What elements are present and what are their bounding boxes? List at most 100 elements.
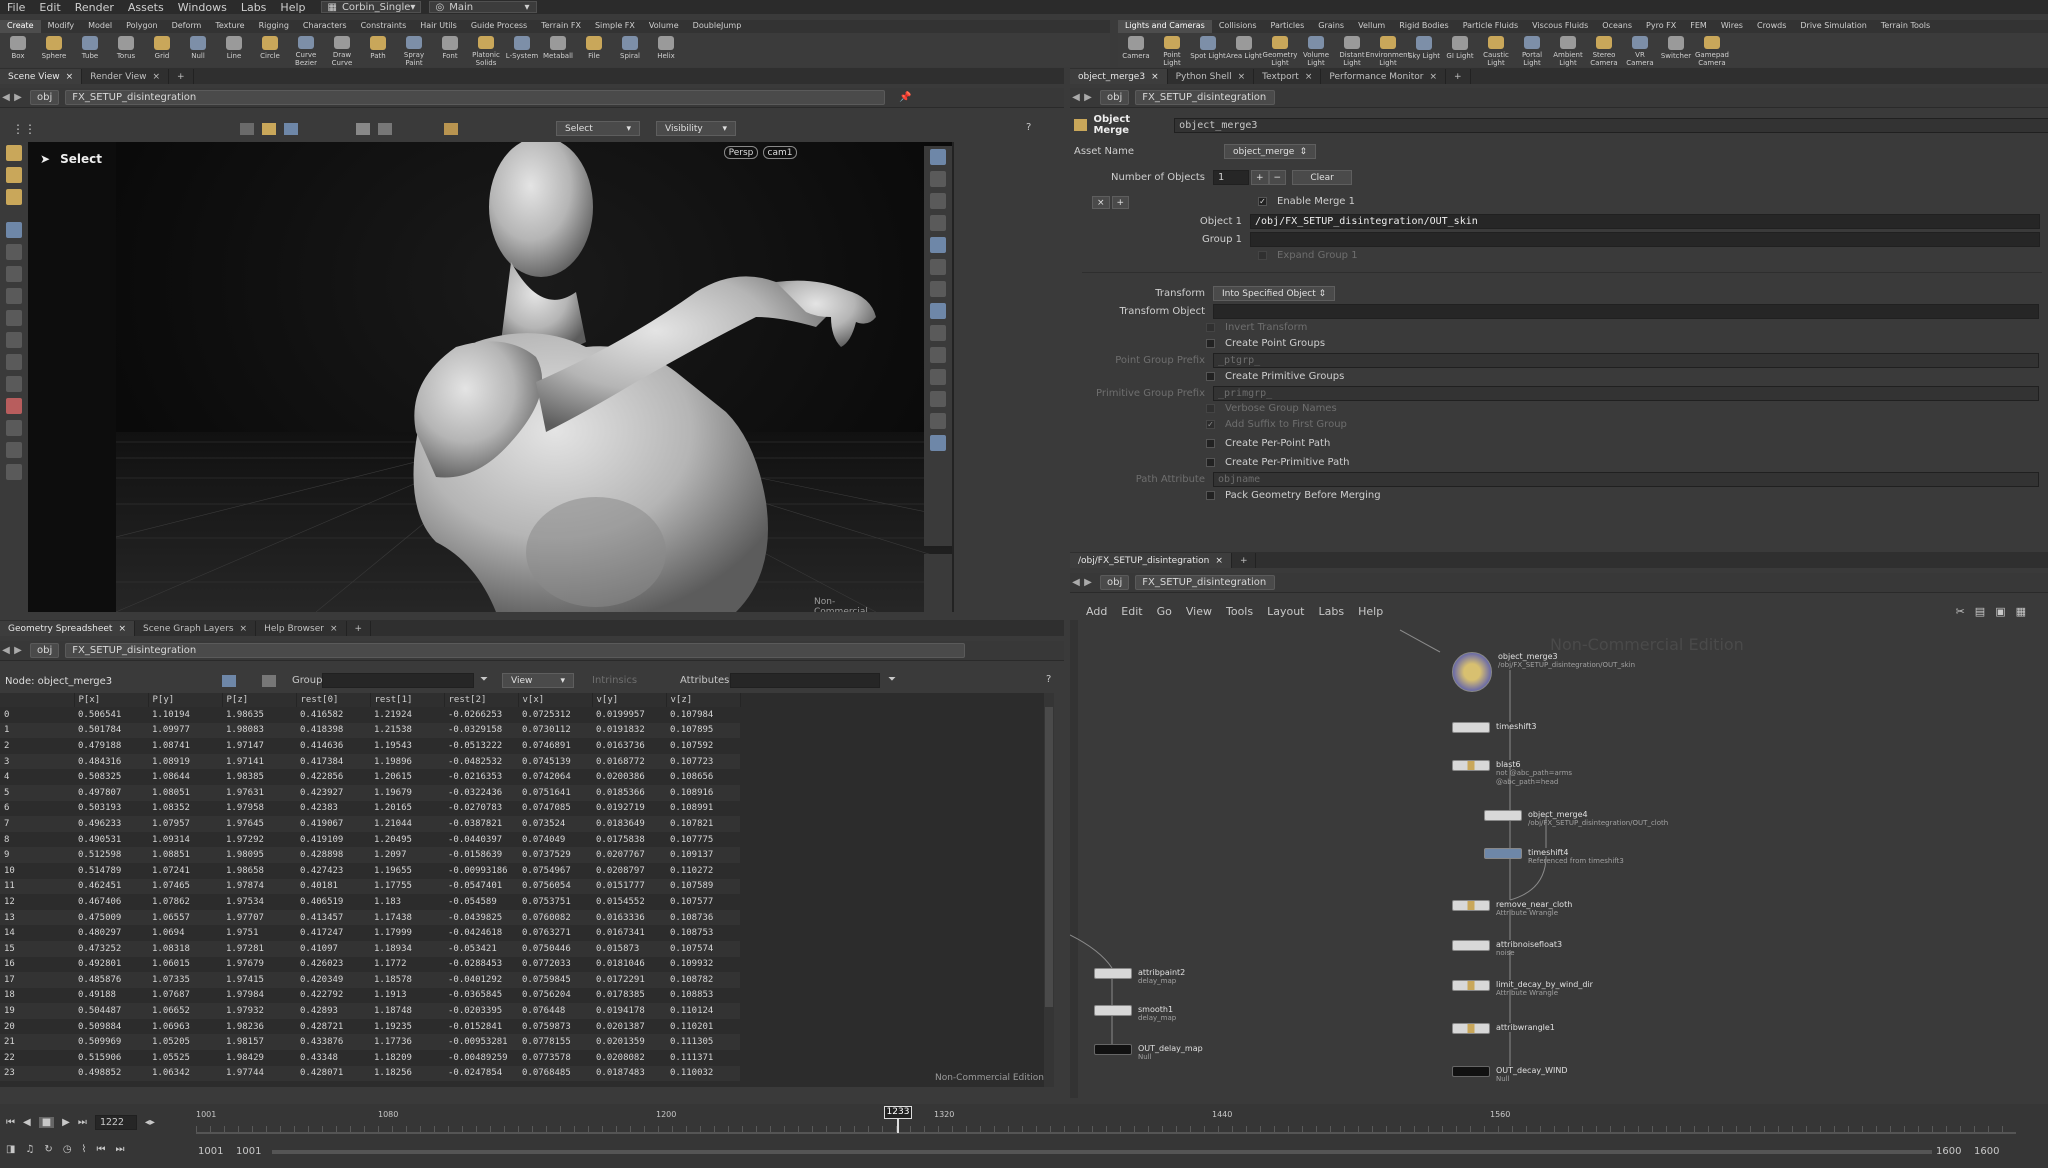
sphere-display-icon[interactable] [6, 464, 22, 480]
normal-display-icon[interactable] [930, 325, 946, 341]
network-node[interactable]: attribwrangle1 [1452, 1023, 1555, 1034]
table-row[interactable]: 1 0.501784 1.09977 1.98083 0.418398 1.21538 -0… [0, 722, 740, 739]
help-icon[interactable]: ? [1046, 674, 1051, 685]
help-icon[interactable]: ? [1026, 122, 1031, 133]
net-menu-labs[interactable]: Labs [1319, 605, 1345, 618]
shelf-tab[interactable]: Hair Utils [413, 20, 464, 33]
network-node[interactable]: object_merge4/obj/FX_SETUP_disintegratio… [1484, 810, 1668, 828]
shelf-tool[interactable]: Sphere [36, 33, 72, 67]
shelf-tab[interactable]: Modify [41, 20, 82, 33]
menu-labs[interactable]: Labs [234, 1, 274, 14]
shelf-tab[interactable]: Wires [1714, 20, 1750, 33]
shelf-tool[interactable]: Draw Curve [324, 33, 360, 67]
keys-icon[interactable]: ⌇ [82, 1144, 87, 1155]
shelf-tool[interactable]: VR Camera [1622, 33, 1658, 67]
shelf-tab[interactable]: Model [81, 20, 119, 33]
network-node[interactable]: OUT_delay_map Null [1094, 1044, 1203, 1062]
shelf-tool[interactable]: Environment Light [1366, 33, 1410, 67]
shelf-tool[interactable]: Sky Light [1406, 33, 1442, 67]
shelf-tool[interactable]: Helix [648, 33, 684, 67]
table-row[interactable]: 12 0.467406 1.07862 1.97534 0.406519 1.183 -0.… [0, 894, 740, 910]
net-menu-help[interactable]: Help [1358, 605, 1383, 618]
pin-icon[interactable]: 📌 [899, 92, 911, 103]
path-root[interactable]: obj [30, 643, 60, 658]
render-icon[interactable] [930, 435, 946, 451]
table-row[interactable]: 20 0.509884 1.06963 1.98236 0.428721 1.19235-… [0, 1018, 740, 1035]
transform-tool-icon[interactable] [6, 332, 22, 348]
remove-object-button[interactable]: − [1268, 170, 1287, 185]
num-objects-field[interactable]: 1 [1213, 170, 1249, 185]
shelf-tab[interactable]: Oceans [1595, 20, 1639, 33]
camera-menu[interactable]: cam1 [763, 146, 797, 159]
create-point-groups-checkbox[interactable] [1206, 339, 1215, 348]
network-node[interactable]: limit_decay_by_wind_dir Attribute Wrangle [1452, 980, 1593, 998]
column-header[interactable]: rest[0] [296, 693, 371, 707]
shelf-tool[interactable]: Platonic Solids [468, 33, 504, 67]
wireframe-icon[interactable] [930, 237, 946, 253]
shelf-tool[interactable]: Stereo Camera [1586, 33, 1622, 67]
paint-tool-icon[interactable] [6, 189, 22, 205]
current-frame-field[interactable]: 1222 [94, 1114, 137, 1130]
3d-viewport[interactable]: Persp cam1 Non-Commercial Edition [116, 142, 954, 612]
path-node[interactable]: FX_SETUP_disintegration [65, 90, 886, 105]
expand-group-checkbox[interactable] [1258, 251, 1267, 260]
add-tab-button[interactable]: + [1446, 69, 1471, 84]
step-icon[interactable]: ◂▸ [145, 1117, 155, 1128]
enable-merge-checkbox[interactable]: ✓ [1258, 197, 1267, 206]
persp-menu[interactable]: Persp [724, 146, 758, 159]
table-row[interactable]: 19 0.504487 1.06652 1.97932 0.42893 1.18748 -0… [0, 1003, 740, 1019]
forward-arrow-icon[interactable]: ▶ [1082, 577, 1094, 588]
intrinsics-dropdown[interactable]: Intrinsics [592, 675, 637, 686]
back-arrow-icon[interactable]: ◀ [1070, 92, 1082, 103]
table-row[interactable]: 11 0.462451 1.07465 1.97874 0.40181 1.17755 -0… [0, 878, 740, 895]
handle-tool-icon[interactable] [6, 145, 22, 161]
table-row[interactable]: 5 0.497807 1.08051 1.97631 0.423927 1.19679 -0… [0, 784, 740, 801]
stop-icon[interactable]: ■ [38, 1116, 55, 1128]
shelf-tab[interactable]: Pyro FX [1639, 20, 1683, 33]
path-root[interactable]: obj [1100, 575, 1130, 590]
point-display-icon[interactable] [930, 303, 946, 319]
network-view-icons[interactable]: ✂▤▣▦ [1956, 605, 2036, 618]
select-tool-icon[interactable] [6, 222, 22, 238]
shelf-tab[interactable]: Guide Process [464, 20, 534, 33]
lock-icon[interactable] [6, 244, 22, 260]
table-row[interactable]: 21 0.509969 1.05205 1.98157 0.433876 1.17736-… [0, 1034, 740, 1051]
shelf-tool[interactable]: Font [432, 33, 468, 67]
desktop-selector[interactable]: ▦ Corbin_Single ▾ [320, 1, 421, 13]
shelf-tab[interactable]: Deform [165, 20, 209, 33]
shelf-tool[interactable]: Spiral [612, 33, 648, 67]
shelf-tool[interactable]: Distant Light [1334, 33, 1370, 67]
asset-name-dropdown[interactable]: object_merge ⇕ [1224, 144, 1316, 159]
start-frame-field[interactable]: 1001 [198, 1146, 223, 1157]
network-node[interactable]: timeshift3 [1452, 722, 1536, 733]
pose-tool-icon[interactable] [6, 167, 22, 183]
shelf-tab[interactable]: Rigid Bodies [1392, 20, 1455, 33]
shelf-tab[interactable]: Particles [1264, 20, 1312, 33]
shading-icon[interactable] [930, 259, 946, 275]
select-geometry-icon[interactable] [262, 123, 276, 135]
net-menu-tools[interactable]: Tools [1226, 605, 1253, 618]
shelf-tab[interactable]: Rigging [252, 20, 296, 33]
network-node[interactable]: attribpaint2 delay_map [1094, 968, 1185, 986]
tab-object-merge3[interactable]: object_merge3 × [1070, 69, 1168, 84]
vertical-scrollbar[interactable] [1044, 693, 1054, 1087]
column-header[interactable]: rest[2] [444, 693, 519, 707]
filter-icon[interactable]: ⏷ [480, 674, 488, 685]
column-header[interactable]: P[z] [222, 693, 297, 707]
net-menu-layout[interactable]: Layout [1267, 605, 1304, 618]
back-arrow-icon[interactable]: ◀ [0, 645, 12, 656]
shelf-tool[interactable]: File [576, 33, 612, 67]
shelf-tool[interactable]: Geometry Light [1262, 33, 1298, 67]
snap-display-icon[interactable] [930, 347, 946, 363]
network-node[interactable]: remove_near_cloth Attribute Wrangle [1452, 900, 1572, 918]
network-editor[interactable]: Non-Commercial Edition object_merge3/obj… [1070, 620, 2048, 1098]
shelf-tool[interactable]: GI Light [1442, 33, 1478, 67]
table-row[interactable]: 16 0.492801 1.06015 1.97679 0.426023 1.1772 -0… [0, 956, 740, 973]
shelf-tool[interactable]: Spray Paint [396, 33, 432, 67]
table-row[interactable]: 13 0.475009 1.06557 1.97707 0.413457 1.17438-… [0, 909, 740, 926]
camera-link-icon[interactable] [930, 149, 946, 165]
shelf-tool[interactable]: Gamepad Camera [1694, 33, 1730, 67]
table-row[interactable]: 15 0.473252 1.08318 1.97281 0.41097 1.18934 -0… [0, 940, 740, 957]
eye-icon[interactable] [6, 442, 22, 458]
tab-scene-graph-layers[interactable]: Scene Graph Layers × [135, 621, 257, 636]
